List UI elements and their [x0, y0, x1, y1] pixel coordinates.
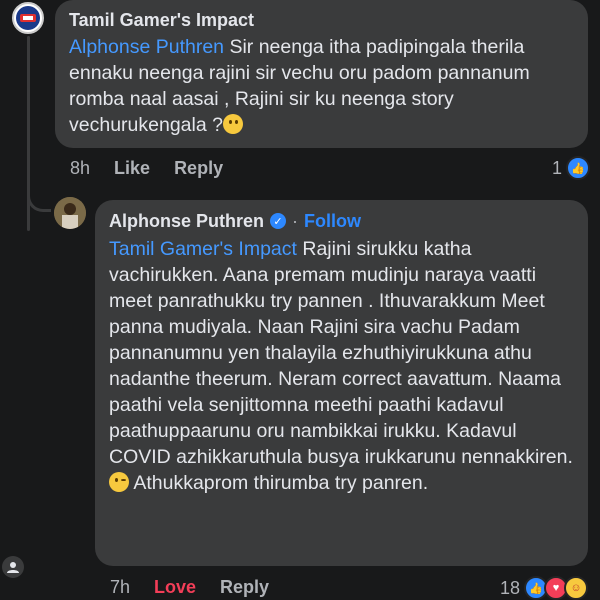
comment-text: Alphonse Puthren Sir neenga itha padipin… [69, 36, 530, 136]
mention-link[interactable]: Alphonse Puthren [69, 36, 224, 58]
follow-button[interactable]: Follow [304, 211, 361, 232]
reply-bubble: Alphonse Puthren ✓ · Follow Tamil Gamer'… [95, 200, 588, 566]
verified-badge-icon: ✓ [270, 213, 287, 229]
reply-actions: 7h Love Reply [110, 577, 293, 598]
comment-author[interactable]: Tamil Gamer's Impact [69, 8, 574, 32]
reply-button[interactable]: Reply [174, 158, 223, 179]
separator: · [292, 210, 299, 231]
reaction-count: 1 [552, 157, 563, 178]
reply-time[interactable]: 7h [110, 577, 130, 598]
comment-reactions[interactable]: 1 👍 [552, 156, 591, 180]
comment-time[interactable]: 8h [70, 158, 90, 179]
like-icon: 👍 [566, 156, 591, 180]
mention-link[interactable]: Tamil Gamer's Impact [109, 238, 297, 260]
care-icon: ☺ [564, 576, 589, 600]
user-icon[interactable] [2, 556, 24, 578]
reaction-count: 18 [500, 577, 521, 598]
comment-bubble: Tamil Gamer's Impact Alphonse Puthren Si… [55, 0, 588, 148]
reply-text: Tamil Gamer's Impact Rajini sirukku kath… [109, 238, 573, 494]
smile-emoji-icon [222, 114, 243, 134]
reply-header: Alphonse Puthren ✓ · Follow [109, 208, 574, 234]
comment-actions: 8h Like Reply [70, 158, 247, 179]
wink-emoji-icon [109, 472, 129, 492]
like-button[interactable]: Like [114, 158, 150, 179]
thread-connector [27, 150, 51, 212]
avatar-tamil-gamers-impact[interactable] [12, 2, 44, 34]
reply-button[interactable]: Reply [220, 577, 269, 598]
reply-author[interactable]: Alphonse Puthren [109, 209, 264, 233]
avatar-alphonse-puthren[interactable] [54, 197, 86, 229]
love-button[interactable]: Love [154, 577, 196, 598]
reply-reactions[interactable]: 18 👍 ♥ ☺ [500, 576, 589, 600]
